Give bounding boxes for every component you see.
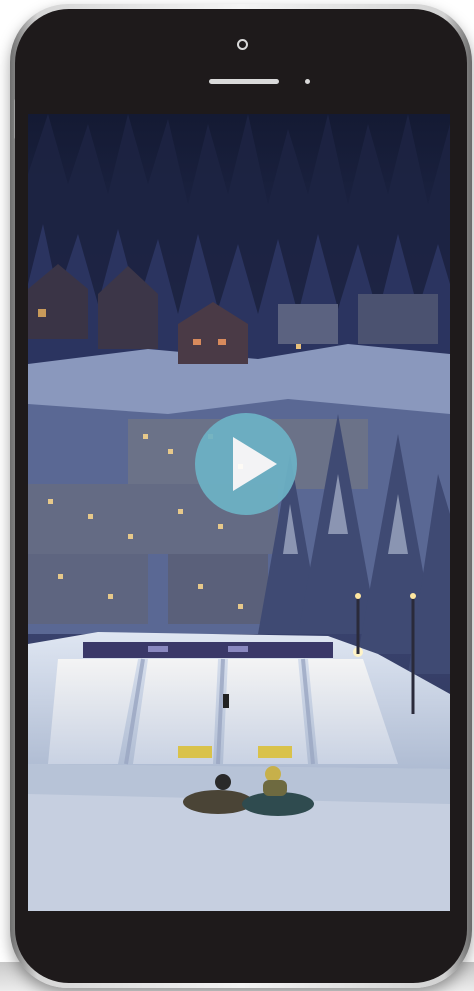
play-icon [233, 437, 277, 491]
phone-frame [10, 4, 472, 988]
front-camera-icon [237, 39, 248, 50]
proximity-sensor [305, 79, 310, 84]
earpiece-speaker [209, 79, 279, 84]
phone-bezel [15, 9, 467, 983]
video-screen[interactable] [28, 114, 450, 911]
play-button[interactable] [195, 413, 297, 515]
